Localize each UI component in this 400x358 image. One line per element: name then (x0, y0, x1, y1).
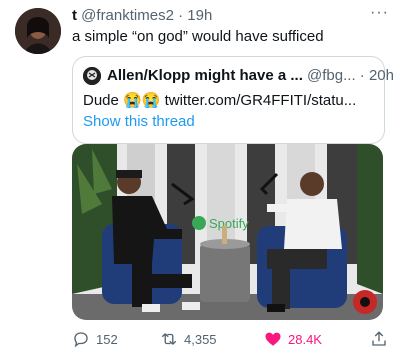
share-button[interactable] (370, 330, 388, 348)
like-count: 28.4K (288, 331, 322, 347)
podcast-scene: Spotify (72, 144, 383, 320)
tweet-media-image[interactable]: Spotify (72, 144, 383, 320)
tweet[interactable]: t @franktimes2 · 19h ··· a simple “on go… (0, 0, 400, 358)
quoted-text-prefix: Dude (83, 92, 119, 109)
separator: · (359, 67, 365, 84)
quoted-header: Allen/Klopp might have a ... @fbg... · 2… (107, 67, 394, 84)
quoted-link[interactable]: twitter.com/GR4FFITI/statu... (165, 92, 357, 109)
display-name[interactable]: t (72, 7, 77, 24)
quoted-avatar[interactable] (83, 67, 101, 85)
quoted-handle: @fbg... (307, 67, 356, 84)
reply-button[interactable]: 152 (72, 330, 118, 348)
more-options-icon[interactable]: ··· (370, 4, 389, 22)
show-thread-link[interactable]: Show this thread (83, 113, 195, 130)
tweet-header: t @franktimes2 · 19h (72, 7, 212, 24)
reply-icon (74, 332, 88, 348)
action-bar: 152 4,355 28.4K (72, 330, 390, 350)
separator: · (178, 7, 184, 24)
like-button[interactable]: 28.4K (264, 330, 322, 348)
timestamp[interactable]: 19h (187, 7, 212, 24)
crying-emoji: 😭😭 (123, 92, 161, 109)
heart-icon (265, 332, 281, 346)
user-handle[interactable]: @franktimes2 (81, 7, 174, 24)
quoted-text: Dude 😭😭 twitter.com/GR4FFITI/statu... (83, 91, 356, 109)
retweet-button[interactable]: 4,355 (160, 330, 217, 348)
retweet-icon (161, 333, 177, 345)
reply-count: 152 (96, 331, 118, 347)
quoted-display-name: Allen/Klopp might have a ... (107, 67, 303, 84)
share-icon (372, 331, 386, 346)
avatar[interactable] (15, 8, 61, 54)
retweet-count: 4,355 (184, 331, 217, 347)
tweet-text: a simple “on god” would have sufficed (72, 28, 324, 45)
quoted-tweet[interactable]: Allen/Klopp might have a ... @fbg... · 2… (72, 56, 394, 144)
spotify-sign: Spotify (209, 216, 249, 231)
quoted-timestamp: 20h (368, 67, 394, 84)
